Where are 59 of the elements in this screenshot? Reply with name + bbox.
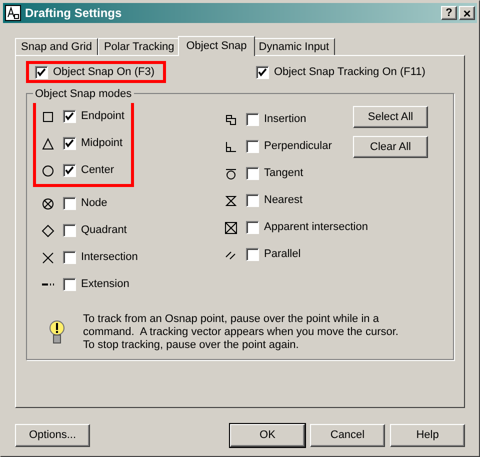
help-button[interactable]: ? [441,6,457,20]
checkbox[interactable] [256,66,269,78]
checkbox[interactable] [246,248,259,261]
checkbox-label: Center [81,163,114,178]
checkbox-label: Midpoint [81,136,123,152]
quadrant-snap-icon [41,224,55,238]
hint-text: To track from an Osnap point, pause over the point while in a command. A tracking vector appears when you move the cursor. To stop tracking, pause over the point again. [83,313,400,352]
perpendicular-snap-icon [224,140,238,154]
checkbox-label: Insertion [264,112,306,128]
checkbox[interactable] [63,224,76,237]
app-icon [5,5,21,21]
checkbox[interactable] [63,251,76,264]
lightbulb-icon [49,318,65,346]
tab[interactable]: Polar Tracking [98,38,180,55]
tab[interactable]: Dynamic Input [252,38,336,55]
checkbox-label: Tangent [264,166,304,182]
midpoint-snap-icon [41,136,55,150]
tangent-snap-icon [224,166,238,180]
apparent-snap-icon [224,220,238,234]
checkbox[interactable] [63,110,76,123]
checkbox[interactable] [246,140,259,153]
group-title: Object Snap modes [33,86,134,102]
checkbox[interactable] [63,197,76,210]
extension-snap-icon [41,283,55,286]
checkbox[interactable] [35,66,48,78]
mode-button[interactable]: Clear All [353,136,428,158]
node-snap-icon [41,196,55,210]
checkbox-label: Extension [81,277,130,292]
insertion-snap-icon [224,112,238,126]
center-snap-icon [41,164,55,178]
checkbox-label: Perpendicular [264,139,332,154]
mode-button[interactable]: Select All [353,106,428,128]
checkbox-label: Apparent intersection [264,220,368,236]
checkbox[interactable] [246,113,259,126]
endpoint-snap-icon [41,110,55,124]
options-button[interactable]: Options... [15,424,90,447]
checkbox[interactable] [63,164,76,177]
checkbox-label: Nearest [264,193,303,208]
checkbox[interactable] [246,221,259,234]
dialog-button[interactable]: Help [390,424,465,447]
checkbox[interactable] [63,137,76,150]
checkbox-label: Parallel [264,247,301,262]
checkbox[interactable] [246,167,259,180]
window-title: Drafting Settings [25,5,122,22]
intersection-snap-icon [41,250,55,264]
nearest-snap-icon [224,194,238,208]
tab[interactable]: Snap and Grid [15,38,98,55]
checkbox[interactable] [63,278,76,291]
dialog-button[interactable]: OK [230,424,305,447]
checkbox-label: Endpoint [81,109,124,124]
checkbox-label: Object Snap Tracking On (F11) [274,64,426,80]
checkbox-label: Intersection [81,250,138,266]
checkbox-label: Node [81,196,108,212]
dialog-button[interactable]: Cancel [310,424,385,447]
checkbox-label: Quadrant [81,223,127,238]
checkbox[interactable] [246,194,259,207]
close-button[interactable]: × [459,6,475,20]
checkbox-label: Object Snap On (F3) [53,64,154,80]
tab[interactable]: Object Snap [178,36,255,56]
